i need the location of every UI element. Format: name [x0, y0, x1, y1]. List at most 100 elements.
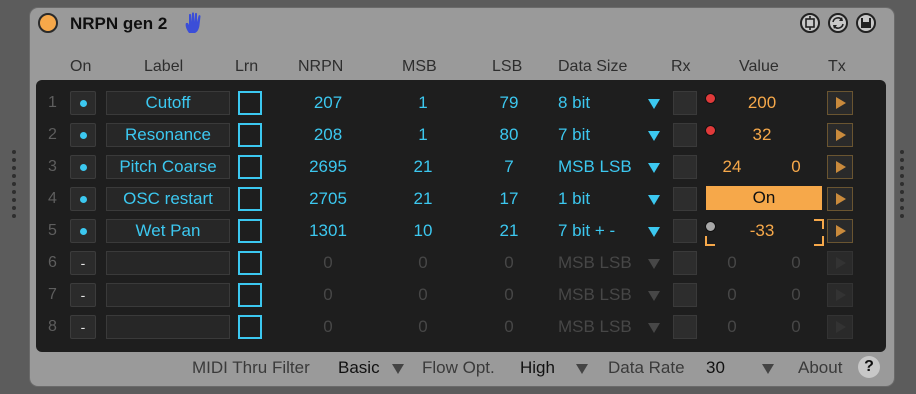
- row-label-field[interactable]: Pitch Coarse: [106, 155, 230, 179]
- row-tx-button[interactable]: [827, 187, 853, 211]
- row-learn-button[interactable]: [238, 283, 262, 307]
- row-on-toggle[interactable]: [70, 219, 96, 243]
- row-lsb-number[interactable]: 0: [484, 317, 534, 337]
- row-label-field[interactable]: Resonance: [106, 123, 230, 147]
- row-on-toggle[interactable]: -: [70, 315, 96, 339]
- row-msb-number[interactable]: 21: [398, 189, 448, 209]
- row-data-size-select[interactable]: 8 bit: [558, 93, 590, 113]
- row-value-toggle-button[interactable]: On: [706, 186, 822, 210]
- dropdown-arrow-icon[interactable]: [648, 227, 660, 237]
- row-learn-button[interactable]: [238, 155, 262, 179]
- row-nrpn-number[interactable]: 2695: [298, 157, 358, 177]
- row-lsb-number[interactable]: 0: [484, 285, 534, 305]
- row-data-size-select[interactable]: 7 bit: [558, 125, 590, 145]
- dropdown-arrow-icon[interactable]: [762, 364, 774, 374]
- dropdown-arrow-icon[interactable]: [648, 259, 660, 269]
- hand-icon[interactable]: [183, 11, 205, 35]
- row-msb-number[interactable]: 0: [398, 285, 448, 305]
- row-lsb-number[interactable]: 7: [484, 157, 534, 177]
- row-on-toggle[interactable]: [70, 187, 96, 211]
- device-power-button[interactable]: [38, 13, 58, 33]
- row-msb-number[interactable]: 0: [398, 253, 448, 273]
- row-on-toggle[interactable]: -: [70, 283, 96, 307]
- row-tx-button[interactable]: [827, 123, 853, 147]
- row-data-size-select[interactable]: MSB LSB: [558, 317, 632, 337]
- help-icon[interactable]: ?: [858, 356, 880, 378]
- row-data-size-select[interactable]: MSB LSB: [558, 253, 632, 273]
- row-data-size-select[interactable]: MSB LSB: [558, 157, 632, 177]
- dropdown-arrow-icon[interactable]: [648, 195, 660, 205]
- row-label-field[interactable]: Wet Pan: [106, 219, 230, 243]
- row-nrpn-number[interactable]: 0: [298, 253, 358, 273]
- row-on-toggle[interactable]: [70, 155, 96, 179]
- row-on-toggle[interactable]: [70, 91, 96, 115]
- row-value-number[interactable]: -33: [732, 221, 792, 241]
- row-tx-button[interactable]: [827, 91, 853, 115]
- expand-icon[interactable]: [800, 13, 820, 33]
- row-lsb-number[interactable]: 17: [484, 189, 534, 209]
- row-msb-number[interactable]: 1: [398, 125, 448, 145]
- row-lsb-number[interactable]: 80: [484, 125, 534, 145]
- row-data-size-select[interactable]: 1 bit: [558, 189, 590, 209]
- row-label-field[interactable]: Cutoff: [106, 91, 230, 115]
- right-resize-grip[interactable]: [900, 150, 904, 230]
- row-msb-number[interactable]: 21: [398, 157, 448, 177]
- row-value-msb-number[interactable]: 0: [712, 253, 752, 273]
- row-on-toggle[interactable]: -: [70, 251, 96, 275]
- row-value-msb-number[interactable]: 24: [712, 157, 752, 177]
- header-nrpn: NRPN: [298, 58, 344, 75]
- row-nrpn-number[interactable]: 0: [298, 285, 358, 305]
- row-value-number[interactable]: 32: [732, 125, 792, 145]
- row-label-field[interactable]: [106, 283, 230, 307]
- row-learn-button[interactable]: [238, 219, 262, 243]
- row-on-toggle[interactable]: [70, 123, 96, 147]
- row-learn-button[interactable]: [238, 91, 262, 115]
- row-data-size-select[interactable]: MSB LSB: [558, 285, 632, 305]
- row-nrpn-number[interactable]: 207: [298, 93, 358, 113]
- row-msb-number[interactable]: 0: [398, 317, 448, 337]
- row-learn-button[interactable]: [238, 315, 262, 339]
- row-learn-button[interactable]: [238, 251, 262, 275]
- row-nrpn-number[interactable]: 208: [298, 125, 358, 145]
- data-rate-select[interactable]: 30: [706, 358, 725, 378]
- midi-thru-filter-select[interactable]: Basic: [338, 358, 380, 378]
- row-lsb-number[interactable]: 21: [484, 221, 534, 241]
- dropdown-arrow-icon[interactable]: [648, 291, 660, 301]
- dropdown-arrow-icon[interactable]: [648, 323, 660, 333]
- row-value-msb-number[interactable]: 0: [712, 285, 752, 305]
- row-value-msb-number[interactable]: 0: [712, 317, 752, 337]
- row-nrpn-number[interactable]: 0: [298, 317, 358, 337]
- row-tx-button[interactable]: [827, 315, 853, 339]
- row-label-field[interactable]: OSC restart: [106, 187, 230, 211]
- row-value-number[interactable]: 200: [732, 93, 792, 113]
- save-preset-icon[interactable]: [856, 13, 876, 33]
- row-tx-button[interactable]: [827, 283, 853, 307]
- row-label-field[interactable]: [106, 315, 230, 339]
- about-label[interactable]: About: [798, 358, 842, 378]
- flow-opt-select[interactable]: High: [520, 358, 555, 378]
- dropdown-arrow-icon[interactable]: [648, 163, 660, 173]
- dropdown-arrow-icon[interactable]: [392, 364, 404, 374]
- row-lsb-number[interactable]: 0: [484, 253, 534, 273]
- row-learn-button[interactable]: [238, 123, 262, 147]
- row-tx-button[interactable]: [827, 155, 853, 179]
- dropdown-arrow-icon[interactable]: [576, 364, 588, 374]
- row-nrpn-number[interactable]: 1301: [298, 221, 358, 241]
- row-value-lsb-number[interactable]: 0: [776, 253, 816, 273]
- left-resize-grip[interactable]: [12, 150, 16, 230]
- hot-swap-icon[interactable]: [828, 13, 848, 33]
- row-learn-button[interactable]: [238, 187, 262, 211]
- row-value-lsb-number[interactable]: 0: [776, 157, 816, 177]
- row-value-lsb-number[interactable]: 0: [776, 285, 816, 305]
- row-msb-number[interactable]: 10: [398, 221, 448, 241]
- row-tx-button[interactable]: [827, 219, 853, 243]
- row-value-lsb-number[interactable]: 0: [776, 317, 816, 337]
- dropdown-arrow-icon[interactable]: [648, 131, 660, 141]
- row-nrpn-number[interactable]: 2705: [298, 189, 358, 209]
- row-msb-number[interactable]: 1: [398, 93, 448, 113]
- dropdown-arrow-icon[interactable]: [648, 99, 660, 109]
- row-lsb-number[interactable]: 79: [484, 93, 534, 113]
- row-label-field[interactable]: [106, 251, 230, 275]
- row-data-size-select[interactable]: 7 bit + -: [558, 221, 615, 241]
- row-tx-button[interactable]: [827, 251, 853, 275]
